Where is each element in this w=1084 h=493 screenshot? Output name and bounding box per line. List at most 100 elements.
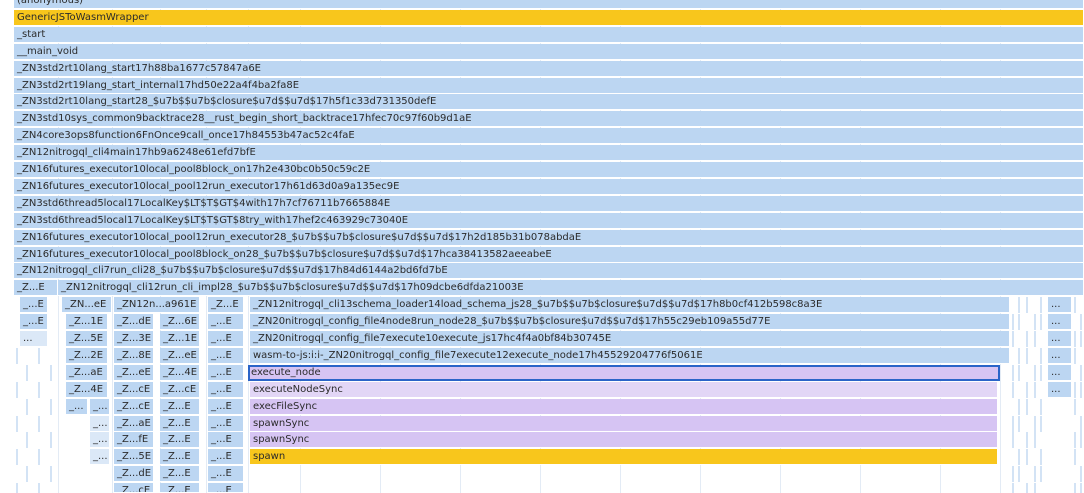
frame[interactable]: ... xyxy=(1048,347,1072,364)
frame[interactable]: wasm-to-js:i:i-_ZN20nitrogql_config_file… xyxy=(250,347,1010,364)
frame[interactable]: spawnSync xyxy=(250,432,998,449)
frame-sliver[interactable] xyxy=(1012,381,1014,398)
frame-sliver[interactable] xyxy=(1026,331,1028,347)
frame[interactable]: _ZN3std2rt10lang_start28_$u7b$$u7b$closu… xyxy=(14,94,1084,111)
frame-sliver[interactable] xyxy=(38,381,40,398)
frame-sliver[interactable] xyxy=(1018,314,1020,331)
frame[interactable]: _ZN...eE xyxy=(62,297,112,314)
frame-sliver[interactable] xyxy=(1018,297,1020,314)
frame-sliver[interactable] xyxy=(16,483,18,493)
frame[interactable]: _Z...2E xyxy=(66,347,108,364)
frame[interactable]: _Z...E xyxy=(14,280,58,297)
frame-sliver[interactable] xyxy=(16,449,18,466)
frame[interactable]: _Z...cE xyxy=(114,381,154,398)
frame[interactable]: _Z...E xyxy=(160,432,200,449)
frame[interactable]: _...E xyxy=(208,314,244,331)
frame-sliver[interactable] xyxy=(1074,297,1076,314)
frame-sliver[interactable] xyxy=(1040,297,1042,314)
frame[interactable]: ... xyxy=(1048,314,1072,331)
frame[interactable]: _Z...5E xyxy=(114,449,154,466)
frame-sliver[interactable] xyxy=(1074,398,1076,415)
frame[interactable]: ... xyxy=(1048,381,1072,398)
frame[interactable]: _ZN16futures_executor10local_pool8block_… xyxy=(14,162,1084,178)
frame[interactable]: _ZN12n...a961E xyxy=(114,297,200,314)
frame[interactable]: _Z...E xyxy=(208,297,244,314)
frame-selected[interactable]: execute_node xyxy=(248,364,1000,381)
frame-sliver[interactable] xyxy=(1040,466,1042,483)
frame[interactable]: _Z...cE xyxy=(114,483,154,493)
frame[interactable]: _ZN12nitrogql_cli12run_cli_impl28_$u7b$$… xyxy=(58,280,1084,297)
frame[interactable]: ... xyxy=(1048,364,1072,381)
frame-sliver[interactable] xyxy=(1018,449,1020,466)
frame-sliver[interactable] xyxy=(50,398,52,415)
frame-sliver[interactable] xyxy=(26,432,28,449)
frame[interactable]: _ZN3std2rt19lang_start_internal17hd50e22… xyxy=(14,77,1084,94)
frame-sliver[interactable] xyxy=(1040,415,1042,432)
frame-sliver[interactable] xyxy=(16,347,18,364)
frame-sliver[interactable] xyxy=(1018,466,1020,483)
frame-sliver[interactable] xyxy=(1040,398,1042,415)
frame-sliver[interactable] xyxy=(26,398,28,415)
frame[interactable]: spawn xyxy=(250,449,998,466)
frame[interactable]: _ZN3std2rt10lang_start17h88ba1677c57847a… xyxy=(14,60,1084,77)
frame[interactable]: _Z...fE xyxy=(114,432,154,449)
frame[interactable]: _ZN4core3ops8function6FnOnce9call_once17… xyxy=(14,128,1084,145)
frame[interactable]: _Z...E xyxy=(160,415,200,432)
frame[interactable]: _...E xyxy=(208,331,244,347)
frame[interactable]: execFileSync xyxy=(250,398,998,415)
frame[interactable]: _ZN3std10sys_common9backtrace28__rust_be… xyxy=(14,111,1084,128)
frame[interactable]: _...E xyxy=(208,364,244,381)
frame-sliver[interactable] xyxy=(1018,398,1020,415)
frame[interactable]: _Z...E xyxy=(160,483,200,493)
frame-sliver[interactable] xyxy=(1080,466,1082,483)
frame[interactable]: _Z...dE xyxy=(114,466,154,483)
frame[interactable]: _Z...5E xyxy=(66,331,108,347)
frame[interactable]: _ZN16futures_executor10local_pool8block_… xyxy=(14,246,1084,263)
frame[interactable]: _... xyxy=(90,449,110,466)
frame[interactable]: executeNodeSync xyxy=(250,381,998,398)
frame[interactable]: _...E xyxy=(208,381,244,398)
frame[interactable]: _ZN3std6thread5local17LocalKey$LT$T$GT$4… xyxy=(14,195,1084,212)
frame[interactable]: _Z...4E xyxy=(160,364,200,381)
frame[interactable]: _Z...4E xyxy=(66,381,108,398)
frame[interactable]: _ZN12nitrogql_cli7run_cli28_$u7b$$u7b$cl… xyxy=(14,263,1084,280)
frame-sliver[interactable] xyxy=(50,466,52,483)
frame[interactable]: _Z...cE xyxy=(160,381,200,398)
frame-sliver[interactable] xyxy=(50,432,52,449)
frame[interactable]: _Z...1E xyxy=(160,331,200,347)
frame-sliver[interactable] xyxy=(1080,432,1082,449)
frame[interactable]: _... xyxy=(90,432,110,449)
frame-sliver[interactable] xyxy=(50,364,52,381)
frame-sliver[interactable] xyxy=(38,415,40,432)
frame-sliver[interactable] xyxy=(1026,449,1028,466)
frame-sliver[interactable] xyxy=(26,364,28,381)
frame-sliver[interactable] xyxy=(1012,432,1014,449)
frame-sliver[interactable] xyxy=(1012,483,1014,493)
frame[interactable]: _Z...cE xyxy=(114,398,154,415)
frame-sliver[interactable] xyxy=(1074,483,1076,493)
frame-sliver[interactable] xyxy=(1026,432,1028,449)
frame-sliver[interactable] xyxy=(1080,314,1082,331)
frame-sliver[interactable] xyxy=(1074,449,1076,466)
frame[interactable]: spawnSync xyxy=(250,415,998,432)
frame-sliver[interactable] xyxy=(1040,449,1042,466)
frame-sliver[interactable] xyxy=(1026,483,1028,493)
frame-sliver[interactable] xyxy=(1074,331,1076,347)
frame-sliver[interactable] xyxy=(1034,381,1036,398)
frame-sliver[interactable] xyxy=(1040,347,1042,364)
frame[interactable]: _Z...3E xyxy=(114,331,154,347)
frame-sliver[interactable] xyxy=(1012,314,1014,331)
frame[interactable]: _...E xyxy=(20,314,48,331)
frame-sliver[interactable] xyxy=(1080,381,1082,398)
frame-sliver[interactable] xyxy=(1018,364,1020,381)
frame-sliver[interactable] xyxy=(1018,347,1020,364)
frame[interactable]: ... xyxy=(1048,297,1072,314)
frame[interactable]: GenericJSToWasmWrapper xyxy=(14,9,1084,26)
frame-sliver[interactable] xyxy=(1080,415,1082,432)
frame[interactable]: _Z...E xyxy=(160,398,200,415)
frame-sliver[interactable] xyxy=(1026,297,1028,314)
frame[interactable]: ... xyxy=(1048,331,1072,347)
frame[interactable]: _ZN12nitrogql_cli4main17hb9a6248e61efd7b… xyxy=(14,145,1084,162)
frame[interactable]: _...E xyxy=(208,347,244,364)
frame-sliver[interactable] xyxy=(38,449,40,466)
